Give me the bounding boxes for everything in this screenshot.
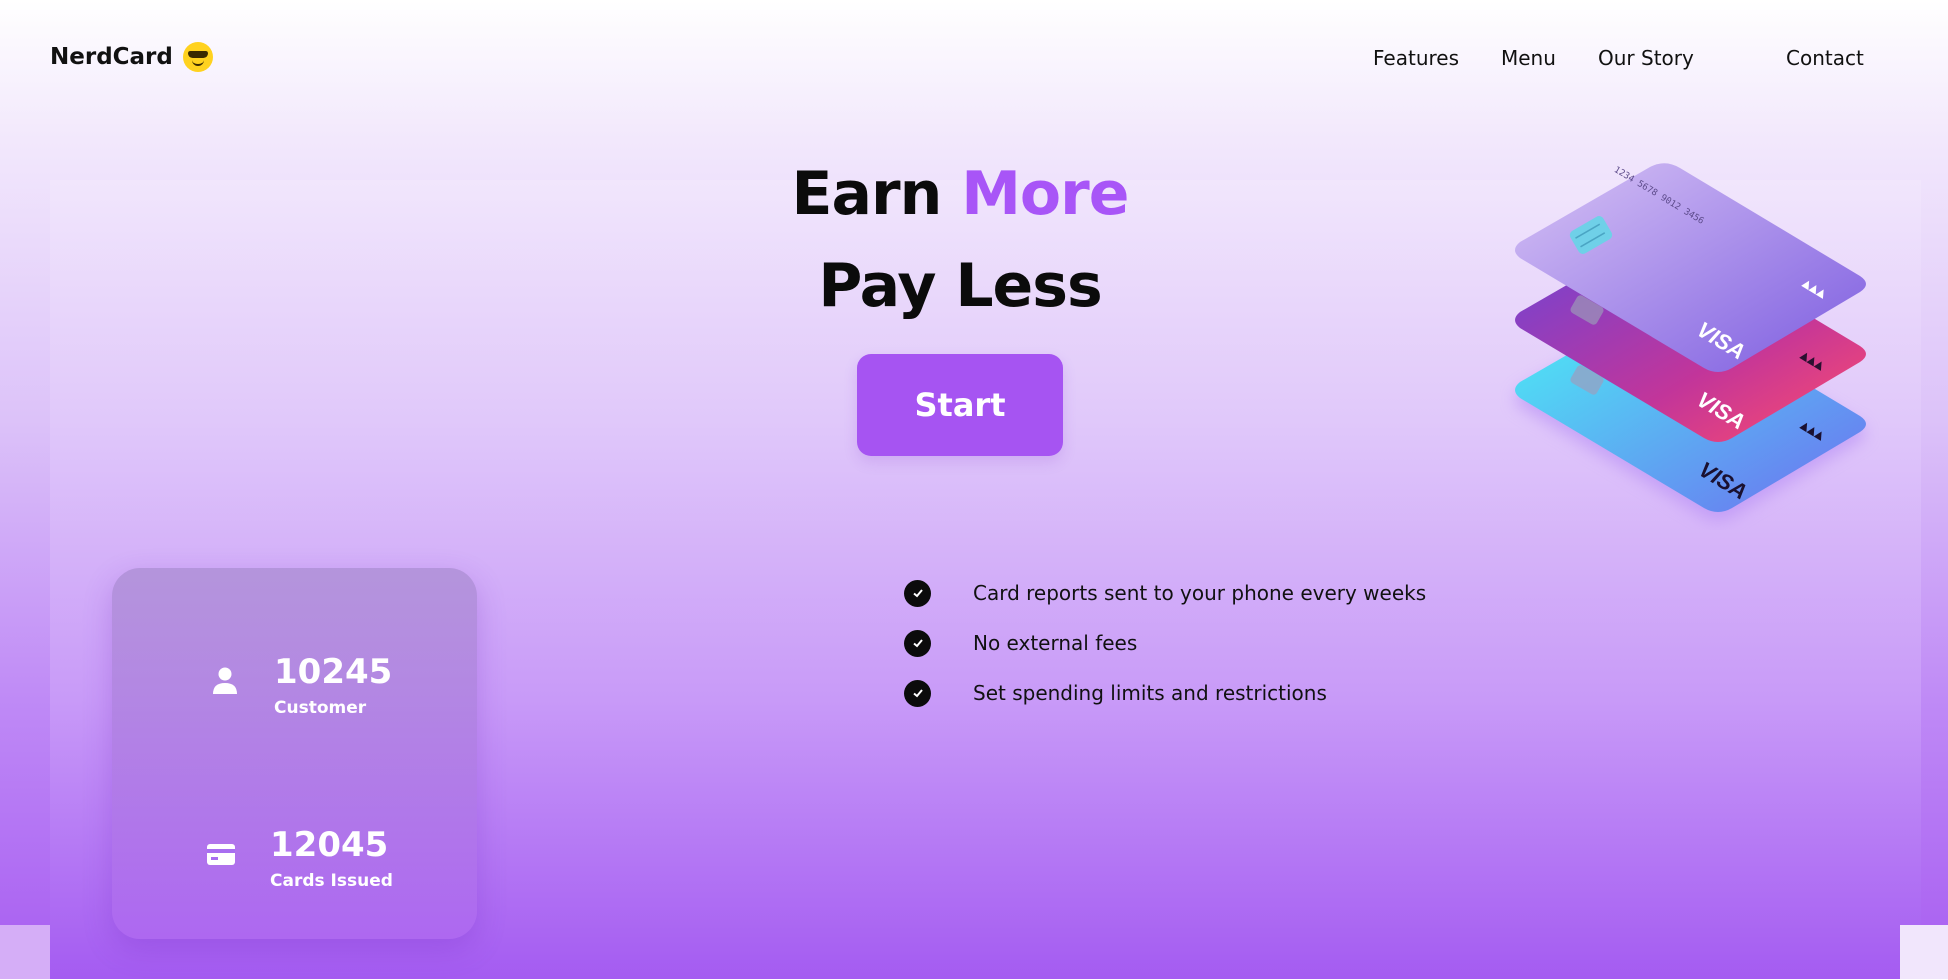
corner-block-right (1900, 925, 1948, 980)
logo[interactable]: NerdCard (50, 42, 213, 72)
nav-contact[interactable]: Contact (1786, 46, 1864, 70)
stat-customers: 10245 Customer (208, 652, 392, 718)
headline-line-two: Pay Less (818, 251, 1102, 321)
start-button[interactable]: Start (857, 354, 1063, 456)
check-icon (904, 579, 931, 607)
headline-accent-more: More (961, 159, 1129, 229)
stat-value: 12045 (270, 825, 389, 865)
check-icon (904, 629, 931, 657)
nav-features[interactable]: Features (1373, 46, 1459, 70)
hero-headline: Earn More Pay Less (700, 148, 1220, 332)
check-icon (904, 679, 931, 707)
stat-cards-issued: 12045 Cards Issued (204, 825, 393, 891)
logo-text: NerdCard (50, 44, 173, 70)
stat-value: 10245 (274, 652, 393, 692)
nav-menu[interactable]: Menu (1501, 46, 1556, 70)
feature-text: Card reports sent to your phone every we… (973, 581, 1427, 605)
nav-our-story[interactable]: Our Story (1598, 46, 1694, 70)
stacked-cards-illustration: VISA ▲▲▲ VISA ▲▲▲ 1234 5678 9012 3456 VI… (1515, 163, 1866, 521)
stat-label: Cards Issued (270, 871, 393, 891)
sunglasses-emoji-icon (182, 42, 213, 72)
feature-item: Set spending limits and restrictions (904, 668, 1426, 718)
stat-label: Customer (274, 698, 367, 718)
feature-item: No external fees (904, 618, 1426, 668)
feature-text: No external fees (973, 631, 1138, 655)
corner-block-left (0, 925, 50, 980)
credit-card-icon (207, 844, 235, 865)
feature-item: Card reports sent to your phone every we… (904, 568, 1426, 618)
user-icon (213, 667, 237, 694)
feature-text: Set spending limits and restrictions (973, 681, 1327, 705)
features-list: Card reports sent to your phone every we… (904, 568, 1426, 718)
stats-card: 10245 Customer 12045 Cards Issued (112, 568, 477, 939)
headline-word-earn: Earn (791, 159, 943, 229)
